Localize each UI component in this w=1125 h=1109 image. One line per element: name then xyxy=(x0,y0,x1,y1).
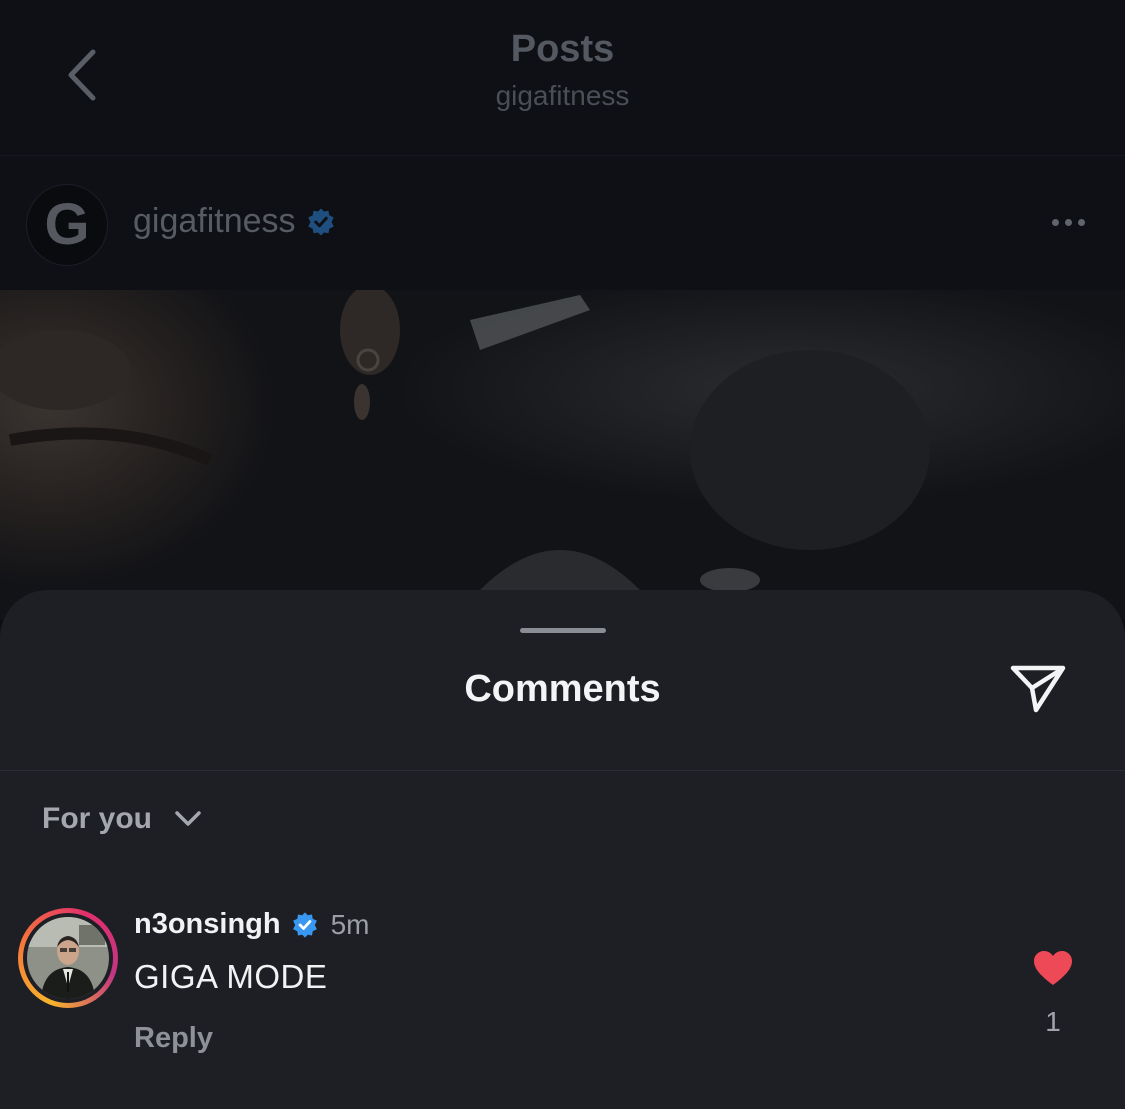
verified-badge-icon xyxy=(292,911,317,938)
more-horizontal-icon xyxy=(1051,218,1059,226)
avatar xyxy=(27,917,109,999)
avatar-ring-gap xyxy=(23,913,113,1003)
verified-badge-icon xyxy=(307,208,334,235)
post-header: G gigafitness xyxy=(0,156,1125,290)
post-image[interactable] xyxy=(0,290,1125,620)
avatar-photo xyxy=(27,917,109,999)
sort-label: For you xyxy=(42,802,152,835)
comment-timestamp: 5m xyxy=(330,908,370,940)
post-author[interactable]: gigafitness xyxy=(133,202,336,241)
post-author-username: gigafitness xyxy=(133,202,296,240)
comment-header: n3onsingh 5m xyxy=(134,908,370,941)
post-author-avatar[interactable]: G xyxy=(26,184,108,266)
reply-button[interactable]: Reply xyxy=(134,1022,213,1055)
page-title: Posts xyxy=(510,28,615,70)
like-button[interactable] xyxy=(1030,948,1076,988)
comment-text: GIGA MODE xyxy=(134,958,328,995)
more-dot xyxy=(1064,218,1072,226)
avatar-logo-letter: G xyxy=(44,192,90,257)
post-photo xyxy=(0,290,1125,620)
more-options-button[interactable] xyxy=(1043,202,1093,242)
divider xyxy=(0,770,1125,771)
share-button[interactable] xyxy=(1004,658,1072,718)
commenter-username[interactable]: n3onsingh xyxy=(134,908,281,941)
top-navigation-bar: Posts gigafitness xyxy=(0,0,1125,156)
more-dot xyxy=(1077,218,1085,226)
page-subtitle: gigafitness xyxy=(495,80,630,111)
commenter-avatar[interactable] xyxy=(18,908,118,1008)
comment-item: n3onsingh 5m GIGA MODE Reply 1 xyxy=(0,908,1125,1068)
screen: Posts gigafitness G gigafitness Comments… xyxy=(0,0,1125,1109)
comments-sheet: Comments For you n3onsingh 5m GIGA MODE … xyxy=(0,590,1125,1109)
chevron-down-icon xyxy=(175,811,201,826)
sheet-grabber[interactable] xyxy=(520,628,606,633)
comment-sort-dropdown[interactable]: For you xyxy=(42,802,202,836)
heart-icon xyxy=(1034,951,1072,985)
like-count: 1 xyxy=(1045,1006,1061,1037)
send-icon xyxy=(1010,665,1066,713)
comments-title: Comments xyxy=(464,668,661,710)
